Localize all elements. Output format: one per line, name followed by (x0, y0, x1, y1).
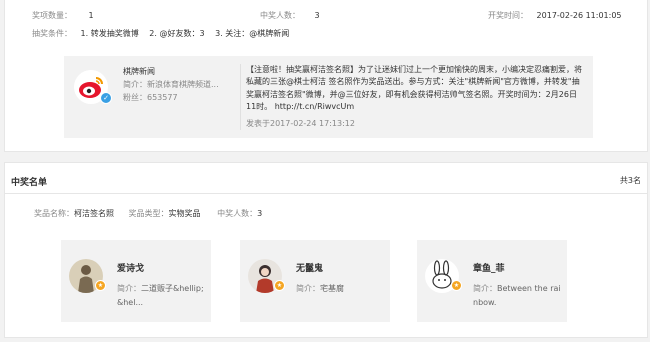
section-divider (5, 193, 647, 194)
prize-count-label: 奖项数量： (32, 11, 72, 20)
draw-time-row: 开奖时间： 2017-02-26 11:01:05 (488, 10, 622, 21)
winners-label: 中奖人数： (260, 11, 300, 20)
winners-row: 中奖人数： 3 (260, 10, 320, 21)
winner-intro: 简介：宅基腐 (296, 282, 384, 296)
prize-count-value: 1 (88, 11, 94, 20)
prize-type-value: 实物奖品 (168, 209, 201, 218)
user-name[interactable]: 棋牌新闻 (123, 66, 155, 77)
conditions-label: 抽奖条件： (32, 29, 72, 38)
winners-total: 共3名 (619, 176, 641, 185)
post-time: 发表于2017-02-24 17:13:12 (246, 119, 355, 128)
conditions-value: 1. 转发抽奖微博 2. @好友数：3 3. 关注：@棋牌新闻 (80, 29, 290, 38)
prize-type-label: 奖品类型： (128, 209, 169, 218)
verified-icon: ✓ (100, 92, 112, 104)
fan-badge-icon: ★ (274, 280, 285, 291)
draw-time-label: 开奖时间： (488, 11, 528, 20)
winner-card[interactable]: ★ 章鱼_菲 简介：Between the rainbow. (417, 240, 567, 322)
winners-panel: 中奖名单 共3名 奖品名称：柯洁签名照 奖品类型：实物奖品 中奖人数：3 ★ 爱… (4, 162, 648, 338)
card-divider (240, 64, 241, 130)
winner-intro-label: 简介： (117, 284, 141, 293)
fan-badge-icon: ★ (95, 280, 106, 291)
prize-name-value: 柯洁签名照 (74, 209, 114, 218)
winner-card[interactable]: ★ 无鬣鬼 简介：宅基腐 (240, 240, 390, 322)
winner-card[interactable]: ★ 爱诗戈 简介：二道贩子&hellip;&hel... (61, 240, 211, 322)
winner-name[interactable]: 无鬣鬼 (296, 261, 323, 274)
draw-time-value: 2017-02-26 11:01:05 (536, 11, 622, 20)
winners-value: 3 (314, 11, 320, 20)
prize-name-label: 奖品名称： (34, 209, 74, 218)
winner-count-value: 3 (257, 209, 263, 218)
user-intro: 简介：新浪体育棋牌频道... (123, 80, 219, 89)
fan-badge-icon: ★ (451, 280, 462, 291)
winner-intro: 简介：Between the rainbow. (473, 282, 561, 310)
winner-name[interactable]: 章鱼_菲 (473, 261, 505, 274)
winner-intro: 简介：二道贩子&hellip;&hel... (117, 282, 205, 310)
conditions-row: 抽奖条件： 1. 转发抽奖微博 2. @好友数：3 3. 关注：@棋牌新闻 (32, 28, 289, 39)
winner-count-label: 中奖人数： (217, 209, 258, 218)
winners-title: 中奖名单 (11, 178, 48, 188)
winner-intro-label: 简介： (473, 284, 497, 293)
winner-intro-label: 简介： (296, 284, 320, 293)
user-fans: 粉丝：653577 (123, 93, 178, 102)
winner-name[interactable]: 爱诗戈 (117, 261, 144, 274)
weibo-post-card[interactable]: ✓ 棋牌新闻 简介：新浪体育棋牌频道... 粉丝：653577 【注意啦！抽奖赢… (64, 56, 593, 138)
winner-intro-value: 宅基腐 (320, 284, 344, 293)
lottery-info-panel: 奖项数量： 1 中奖人数： 3 开奖时间： 2017-02-26 11:01:0… (4, 0, 648, 152)
prize-info-row: 奖品名称：柯洁签名照 奖品类型：实物奖品 中奖人数：3 (34, 208, 262, 219)
prize-count-row: 奖项数量： 1 (32, 10, 94, 21)
post-content: 【注意啦！抽奖赢柯洁签名照】为了让迷妹们过上一个更加愉快的周末，小编决定忍痛割爱… (246, 65, 582, 112)
